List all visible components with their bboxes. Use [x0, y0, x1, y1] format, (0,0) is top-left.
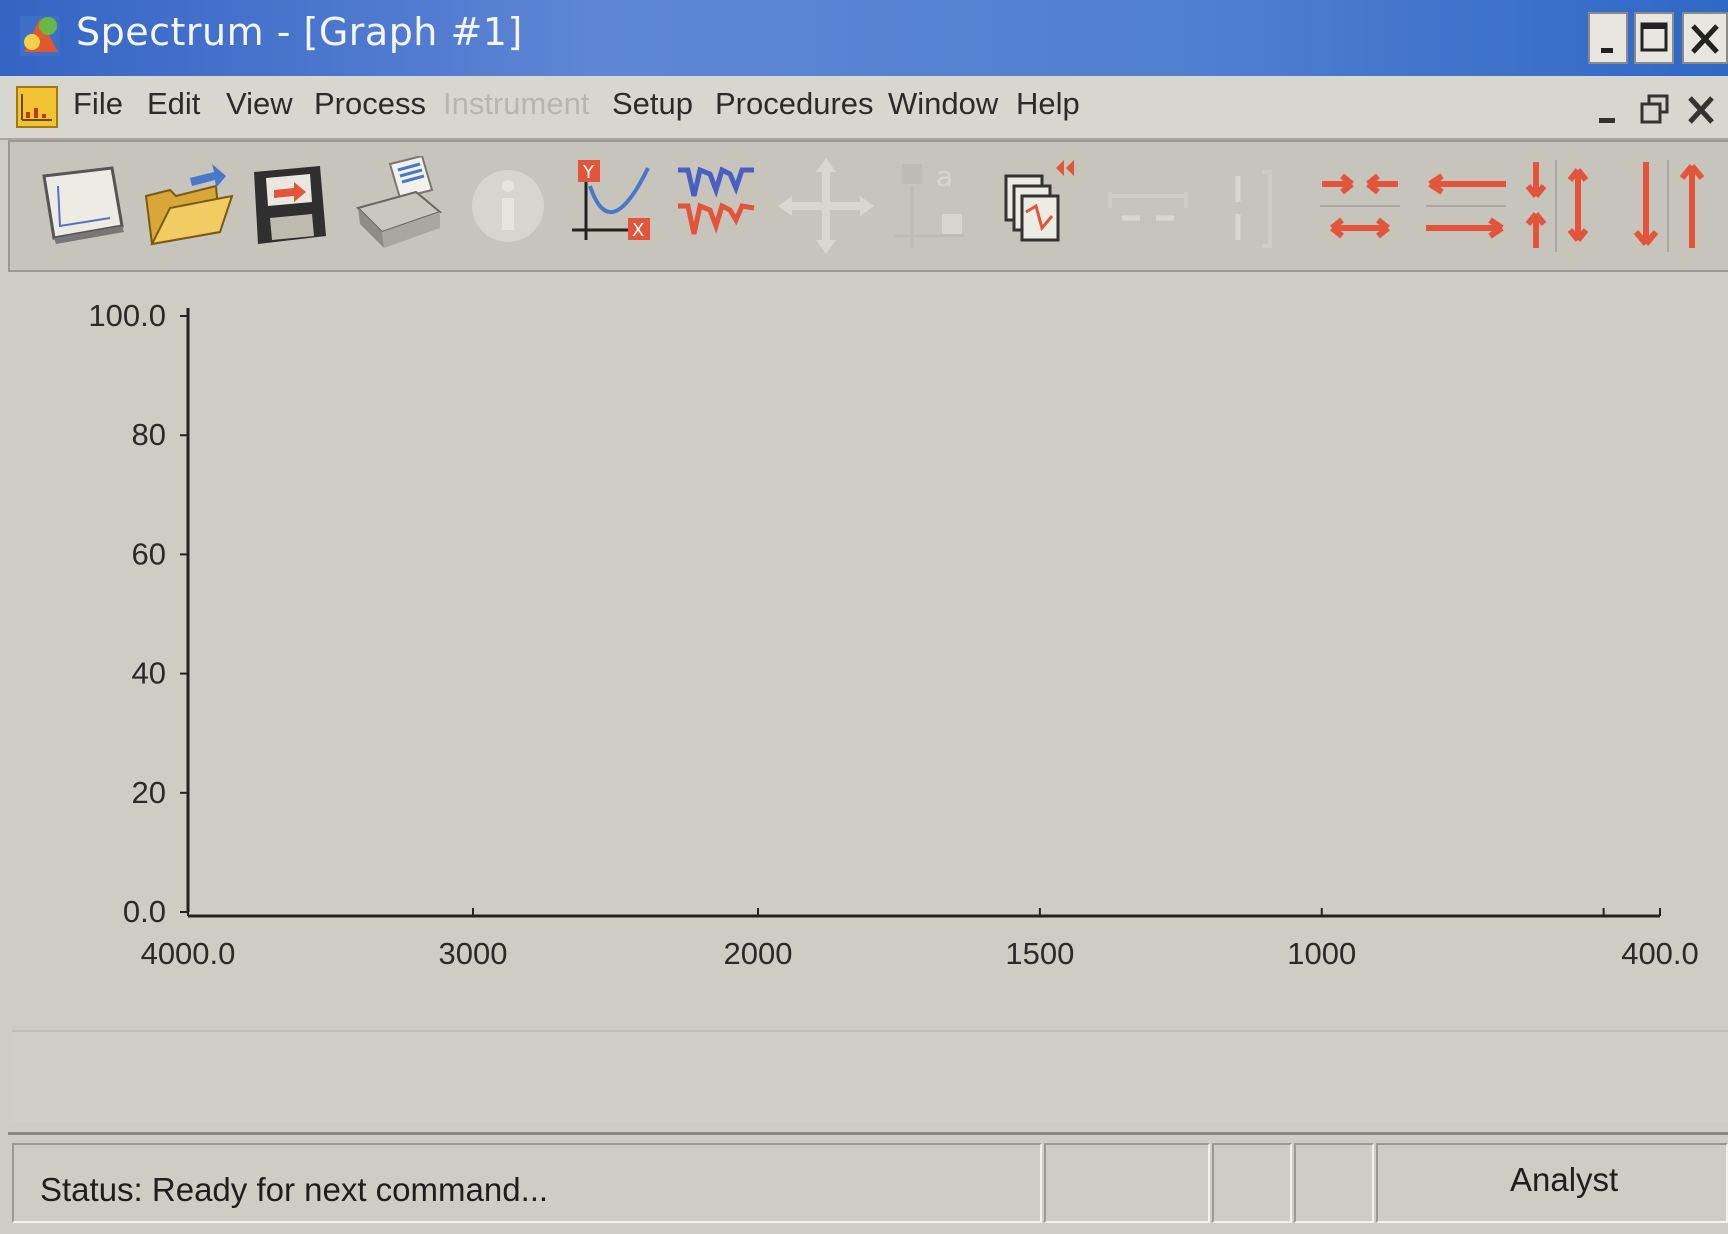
save-disk-icon	[254, 166, 326, 244]
horizontal-range-icon	[1108, 192, 1188, 221]
window-title: Spectrum - [Graph #1]	[76, 10, 523, 54]
y-tick-label: 100.0	[88, 298, 166, 333]
minimize-button[interactable]	[1588, 12, 1628, 64]
x-tick-label: 3000	[439, 936, 508, 971]
spectrum-chart[interactable]: 0.0 20 40 60 80 100.0 4000.0 3000 2000 1500 1000 4…	[0, 274, 1728, 1014]
move-cross-icon	[778, 158, 874, 254]
open-folder-icon	[144, 164, 234, 246]
menu-procedures[interactable]: Procedures	[715, 86, 874, 122]
menu-file[interactable]: File	[73, 86, 123, 122]
xy-axes-button[interactable]: Y X	[566, 156, 662, 256]
label-peaks-button[interactable]: a	[884, 156, 980, 256]
vertical-range-icon	[1235, 170, 1272, 248]
status-cell	[1044, 1143, 1210, 1223]
y-ticks: 0.0 20 40 60 80 100.0	[88, 298, 188, 929]
open-button[interactable]	[140, 156, 236, 256]
close-icon	[1691, 24, 1719, 54]
spectrum-app-icon	[20, 16, 60, 56]
menu-view[interactable]: View	[226, 86, 293, 122]
y-tick-label: 60	[132, 536, 166, 571]
y-tick-label: 80	[132, 417, 166, 452]
xy-axes-icon: Y X	[572, 160, 650, 241]
expand-horizontal-icon	[1320, 173, 1400, 239]
label-peaks-icon: a	[894, 160, 964, 248]
current-user: Analyst	[1510, 1161, 1619, 1198]
status-message: Status: Ready for next command...	[40, 1171, 549, 1208]
menu-process[interactable]: Process	[314, 86, 426, 122]
menu-instrument[interactable]: Instrument	[443, 86, 589, 122]
info-pane	[12, 1030, 1728, 1122]
overlay-button[interactable]	[670, 156, 766, 256]
scroll-vertical-icon	[1633, 160, 1705, 252]
spectrum-window: Spectrum - [Graph #1] File Edit View Pro…	[0, 0, 1728, 1234]
horizontal-range-button[interactable]	[1100, 156, 1196, 256]
svg-text:Y: Y	[582, 162, 595, 183]
expand-vertical-icon	[1525, 160, 1589, 252]
save-button[interactable]	[244, 156, 340, 256]
scroll-horizontal-button[interactable]	[1418, 156, 1514, 256]
x-tick-label: 2000	[724, 936, 793, 971]
minimize-icon	[1601, 48, 1613, 53]
menu-help[interactable]: Help	[1016, 86, 1080, 122]
menu-window[interactable]: Window	[888, 86, 998, 122]
status-bar: Status: Ready for next command... Analys…	[8, 1132, 1728, 1234]
move-button[interactable]	[778, 156, 874, 256]
status-user-cell: Analyst	[1376, 1143, 1728, 1223]
status-message-cell: Status: Ready for next command...	[12, 1143, 1042, 1223]
info-icon	[472, 170, 544, 242]
copy-graph-icon	[1004, 160, 1074, 242]
title-bar[interactable]: Spectrum - [Graph #1]	[0, 0, 1728, 76]
new-graph-icon	[42, 166, 124, 244]
x-tick-label: 1500	[1005, 936, 1074, 971]
menu-setup[interactable]: Setup	[612, 86, 693, 122]
status-cell	[1212, 1143, 1292, 1223]
y-tick-label: 0.0	[123, 894, 166, 929]
overlay-spectra-icon	[678, 166, 755, 235]
child-minimize-icon[interactable]	[1590, 90, 1628, 130]
graph-document-icon[interactable]	[16, 86, 58, 128]
status-cell	[1294, 1143, 1374, 1223]
print-button[interactable]	[350, 156, 446, 256]
scroll-vertical-button[interactable]	[1616, 156, 1712, 256]
spectrum-graph[interactable]: 0.0 20 40 60 80 100.0 4000.0 3000 2000 1500 1000 4…	[0, 274, 1728, 1014]
vertical-range-button[interactable]	[1204, 156, 1300, 256]
menu-edit[interactable]: Edit	[147, 86, 200, 122]
x-tick-label: 4000.0	[141, 936, 236, 971]
child-close-icon[interactable]	[1682, 90, 1720, 130]
y-tick-label: 40	[132, 656, 166, 691]
print-icon	[356, 156, 443, 248]
expand-vertical-button[interactable]	[1512, 156, 1608, 256]
maximize-button[interactable]	[1634, 12, 1674, 64]
info-button[interactable]	[460, 156, 556, 256]
new-graph-button[interactable]	[34, 156, 130, 256]
svg-text:X: X	[632, 220, 644, 241]
scroll-horizontal-icon	[1426, 173, 1506, 239]
close-button[interactable]	[1682, 12, 1728, 64]
toolbar: Y X a	[8, 140, 1728, 272]
copy-graph-button[interactable]	[990, 156, 1086, 256]
x-tick-label: 1000	[1287, 936, 1356, 971]
y-tick-label: 20	[132, 775, 166, 810]
child-restore-icon[interactable]	[1636, 90, 1674, 130]
svg-text:a: a	[936, 160, 953, 193]
maximize-icon	[1640, 22, 1668, 52]
expand-horizontal-button[interactable]	[1312, 156, 1408, 256]
menu-bar: File Edit View Process Instrument Setup …	[0, 76, 1728, 140]
x-tick-label: 400.0	[1621, 936, 1699, 971]
